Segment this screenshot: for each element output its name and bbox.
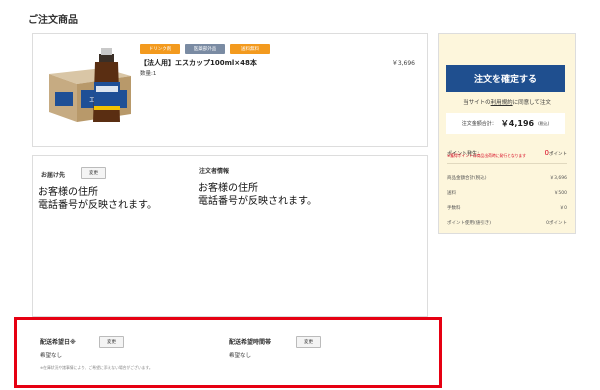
terms-link[interactable]: 利用規約: [491, 100, 513, 106]
total-value: ￥4,196: [500, 119, 535, 128]
delivery-address-label: お届け先: [41, 172, 66, 179]
delivery-time-label: 配送希望時間帯: [229, 339, 272, 346]
delivery-address-line2: 電話番号が反映されます。: [38, 200, 157, 211]
agree-suffix: に同意して注文: [512, 100, 551, 106]
agree-prefix: 当サイトの: [463, 100, 491, 106]
order-summary-sidebar: 注文を確定する 当サイトの利用規約に同意して注文 注文金額合計： ￥4,196 …: [438, 33, 576, 234]
tag-quasi-drug: 医薬部外品: [185, 44, 225, 54]
order-total: 注文金額合計： ￥4,196 (税込): [446, 113, 565, 134]
address-section: お届け先 変更 お客様の住所 電話番号が反映されます。 注文者情報 お客様の住所…: [32, 155, 428, 317]
total-tax: (税込): [538, 120, 550, 126]
breakdown-value: ￥3,696: [549, 175, 567, 181]
product-card: エスカップ ドリンク剤 医薬部外品 送料無料 【法人用】エスカップ100ml×4…: [32, 33, 428, 147]
change-delivery-time-button[interactable]: 変更: [296, 336, 321, 348]
product-quantity: 数量:1: [140, 71, 157, 77]
points-unit: ポイント: [549, 152, 567, 157]
breakdown-row: 手数料 ￥0: [447, 200, 567, 215]
product-tags: ドリンク剤 医薬部外品 送料無料: [140, 44, 270, 54]
page-title: ご注文商品: [28, 15, 78, 26]
delivery-options-section: 配送希望日※ 変更 希望なし 配送希望時間帯 変更 希望なし ※在庫状況や諸事情…: [14, 317, 442, 388]
terms-agreement: 当サイトの利用規約に同意して注文: [439, 98, 575, 106]
breakdown-row: 送料 ￥500: [447, 185, 567, 200]
tag-drink: ドリンク剤: [140, 44, 180, 54]
delivery-note: ※在庫状況や諸事情により、ご希望に添えない場合がございます。: [40, 365, 153, 370]
breakdown-value: ￥0: [559, 205, 567, 211]
product-name: 【法人用】エスカップ100ml×48本: [140, 59, 257, 67]
orderer-info-text: お客様の住所 電話番号が反映されます。: [198, 182, 317, 208]
product-price: ￥3,696: [391, 60, 415, 67]
orderer-info-label: 注文者情報: [199, 168, 230, 175]
breakdown-label: 送料: [447, 190, 456, 196]
points-note: ※獲得ポイントは商品出荷時に発行となります: [447, 153, 527, 158]
delivery-date-value: 希望なし: [40, 353, 63, 359]
change-delivery-date-button[interactable]: 変更: [99, 336, 124, 348]
sidebar-divider: [447, 163, 567, 164]
delivery-address-line1: お客様の住所: [38, 187, 98, 198]
breakdown-value: ￥500: [553, 190, 567, 196]
delivery-date-label: 配送希望日※: [40, 339, 76, 346]
breakdown-label: 商品金額合計(税込): [447, 175, 487, 181]
breakdown-label: ポイント使用(値引き): [447, 220, 492, 226]
orderer-line1: お客様の住所: [198, 183, 258, 194]
tag-free-shipping: 送料無料: [230, 44, 270, 54]
change-delivery-address-button[interactable]: 変更: [81, 167, 106, 179]
breakdown-row: ポイント使用(値引き) 0ポイント: [447, 215, 567, 230]
drink-case-image: エスカップ: [49, 48, 131, 122]
total-label: 注文金額合計：: [461, 121, 497, 127]
orderer-line2: 電話番号が反映されます。: [198, 196, 317, 207]
delivery-address-text: お客様の住所 電話番号が反映されます。: [38, 186, 157, 212]
breakdown-label: 手数料: [447, 205, 461, 211]
breakdown-value: 0ポイント: [546, 220, 567, 226]
breakdown-row: 商品金額合計(税込) ￥3,696: [447, 170, 567, 185]
confirm-order-button[interactable]: 注文を確定する: [446, 65, 565, 92]
price-breakdown: 商品金額合計(税込) ￥3,696 送料 ￥500 手数料 ￥0 ポイント使用(値引き…: [447, 170, 567, 230]
delivery-time-value: 希望なし: [229, 353, 252, 359]
